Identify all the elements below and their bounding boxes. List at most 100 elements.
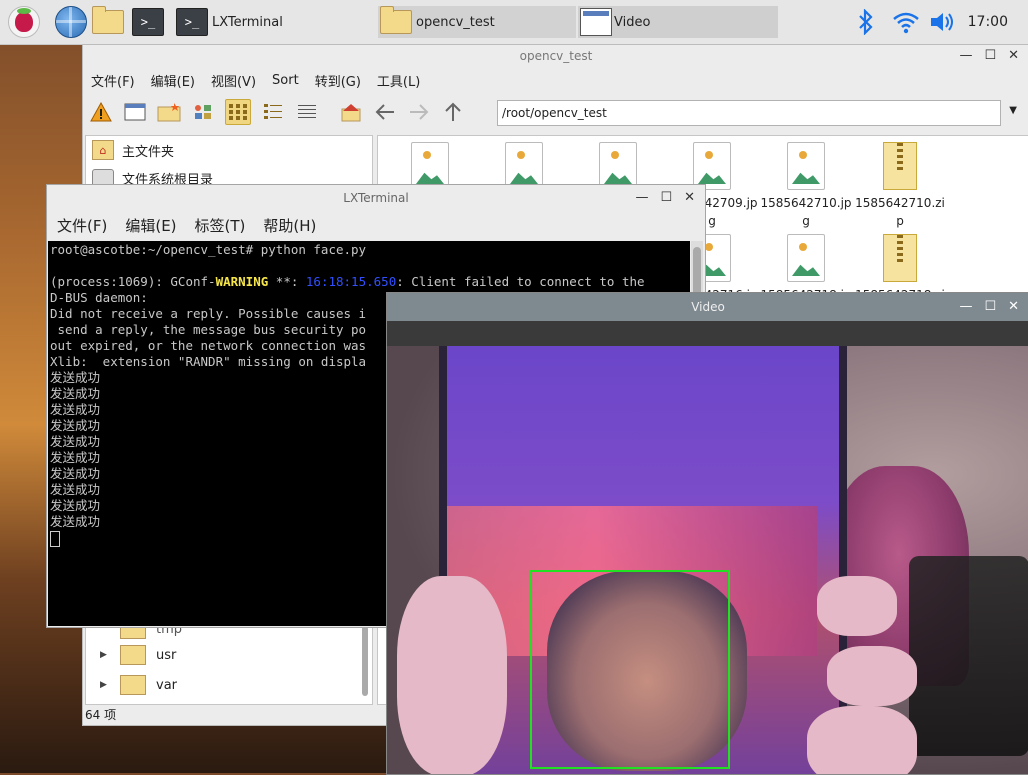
terminal-launcher[interactable]: >_: [132, 4, 164, 40]
task-opencv-test[interactable]: opencv_test: [378, 6, 576, 38]
task-opencv-test-label: opencv_test: [416, 14, 495, 30]
item-count-status: 64 项: [85, 708, 117, 722]
wifi-icon: [893, 12, 919, 34]
sidebar-scrollbar[interactable]: [362, 626, 368, 696]
folder-icon: [120, 645, 146, 665]
thumbnail-view-button[interactable]: [191, 100, 215, 124]
maximize-icon[interactable]: ☐: [984, 45, 996, 67]
close-icon[interactable]: ✕: [1008, 293, 1019, 321]
tree-item-var[interactable]: ▶ var: [100, 672, 177, 698]
maximize-icon[interactable]: ☐: [984, 293, 996, 321]
image-file-icon: [505, 142, 543, 190]
chevron-down-icon[interactable]: ▼: [1009, 105, 1017, 116]
tree-item-label: usr: [156, 647, 177, 663]
warning-button[interactable]: [89, 100, 113, 124]
menu-file[interactable]: 文件(F): [57, 215, 107, 236]
clock[interactable]: 17:00: [968, 14, 1008, 30]
right-finger: [817, 576, 897, 636]
menu-edit[interactable]: 编辑(E): [125, 215, 176, 236]
file-manager-title: opencv_test: [519, 49, 593, 63]
minimize-icon[interactable]: —: [635, 185, 648, 211]
forward-button[interactable]: [407, 100, 431, 124]
expand-icon[interactable]: ▶: [100, 650, 110, 660]
raspberry-menu-button[interactable]: [8, 4, 40, 40]
menu-view[interactable]: 视图(V): [211, 71, 256, 90]
file-manager-launcher[interactable]: [92, 4, 124, 40]
compact-view-button[interactable]: [261, 100, 285, 124]
icon-view-button[interactable]: [225, 99, 251, 125]
terminal-titlebar[interactable]: LXTerminal — ☐ ✕: [47, 185, 705, 211]
path-input[interactable]: /root/opencv_test: [497, 100, 1001, 126]
folder-icon: [120, 675, 146, 695]
file-manager-menubar: 文件(F) 编辑(E) 视图(V) Sort 转到(G) 工具(L): [83, 67, 1028, 93]
folder-icon: [92, 6, 124, 34]
file-manager-titlebar[interactable]: opencv_test — ☐ ✕: [83, 45, 1028, 67]
terminal-title: LXTerminal: [343, 191, 409, 205]
menu-sort[interactable]: Sort: [272, 73, 299, 88]
compact-view-icon: [264, 104, 282, 119]
warning-mid: **:: [268, 274, 306, 289]
back-button[interactable]: [373, 100, 397, 124]
browser-launcher[interactable]: [55, 4, 87, 40]
task-video[interactable]: Video: [578, 6, 778, 38]
image-file-icon: [411, 142, 449, 190]
video-titlebar[interactable]: Video — ☐ ✕: [387, 293, 1028, 321]
bluetooth-icon: [859, 9, 873, 35]
warning-prefix: (process:1069): GConf-: [50, 274, 216, 289]
minimize-icon[interactable]: —: [959, 45, 972, 67]
file-name: p: [896, 214, 904, 228]
sidebar-item-home[interactable]: ⌂ 主文件夹: [86, 136, 372, 164]
wifi-button[interactable]: [892, 4, 920, 40]
volume-button[interactable]: [928, 4, 956, 40]
face-detection-box: [530, 570, 730, 769]
file-name: 1585642710.jp: [760, 196, 852, 210]
terminal-menubar: 文件(F) 编辑(E) 标签(T) 帮助(H): [47, 211, 705, 239]
maximize-icon[interactable]: ☐: [660, 185, 672, 211]
image-file-icon: [599, 142, 637, 190]
video-title: Video: [691, 300, 725, 314]
menu-help[interactable]: 帮助(H): [263, 215, 316, 236]
terminal-cursor: [50, 530, 60, 547]
globe-icon: [55, 6, 87, 38]
sidebar-item-label: 主文件夹: [122, 144, 175, 160]
right-finger: [827, 646, 917, 706]
menu-go[interactable]: 转到(G): [315, 71, 361, 90]
arrow-right-icon: [410, 104, 429, 120]
raspberry-pi-icon: [8, 6, 40, 38]
tree-item-usr[interactable]: ▶ usr: [100, 642, 176, 668]
home-button[interactable]: [339, 100, 363, 124]
close-icon[interactable]: ✕: [684, 185, 695, 211]
up-button[interactable]: [441, 100, 465, 124]
icon-view-icon: [229, 104, 247, 120]
menu-tabs[interactable]: 标签(T): [195, 215, 246, 236]
thumbnail-view-icon: [195, 105, 211, 119]
new-window-button[interactable]: [123, 100, 147, 124]
image-file-icon: [693, 142, 731, 190]
new-folder-button[interactable]: [157, 100, 181, 124]
image-file-icon: [787, 142, 825, 190]
menu-file[interactable]: 文件(F): [91, 71, 135, 90]
terminal-warning-line: (process:1069): GConf-WARNING **: 16:18:…: [50, 274, 690, 290]
warning-timestamp: 16:18:15.650: [305, 274, 397, 289]
image-file-icon: [787, 234, 825, 282]
minimize-icon[interactable]: —: [959, 293, 972, 321]
bluetooth-button[interactable]: [856, 4, 876, 40]
zip-file-icon: [883, 142, 917, 190]
menu-edit[interactable]: 编辑(E): [151, 71, 195, 90]
menu-tools[interactable]: 工具(L): [377, 71, 420, 90]
new-folder-icon: [157, 103, 181, 122]
home-icon: [341, 104, 361, 122]
expand-icon[interactable]: ▶: [100, 680, 110, 690]
warning-word: WARNING: [215, 274, 269, 289]
video-window: Video — ☐ ✕: [386, 292, 1028, 775]
task-lxterminal[interactable]: >_ LXTerminal: [176, 6, 376, 38]
detailed-list-view-button[interactable]: [295, 100, 319, 124]
file-item[interactable]: 1585642710.zi p: [852, 142, 948, 230]
task-video-label: Video: [614, 14, 651, 30]
detailed-list-icon: [298, 105, 316, 118]
zip-file-icon: [883, 234, 917, 282]
file-item[interactable]: 1585642710.jp g: [758, 142, 854, 230]
close-icon[interactable]: ✕: [1008, 45, 1019, 67]
video-window-icon: [580, 8, 612, 36]
